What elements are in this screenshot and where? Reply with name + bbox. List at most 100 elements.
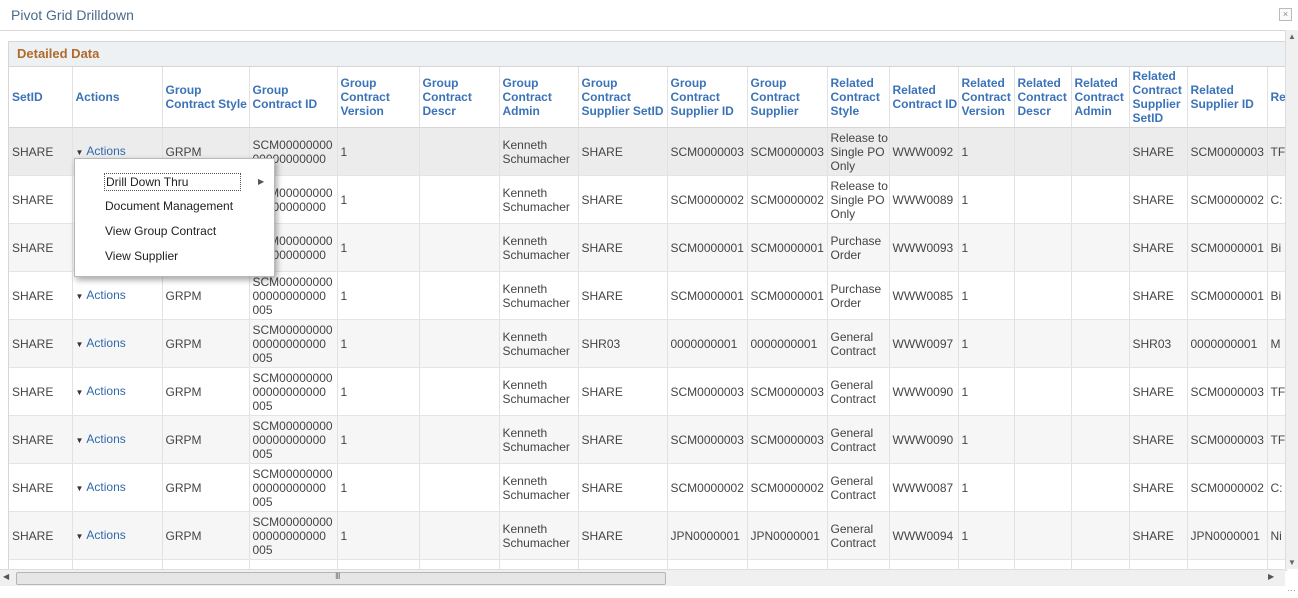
column-header[interactable]: Related Contract Admin bbox=[1071, 67, 1130, 128]
column-header[interactable]: Group Contract Supplier ID bbox=[667, 67, 748, 128]
actions-link[interactable]: ▼Actions bbox=[76, 528, 126, 542]
cell-value: Kenneth Schumacher bbox=[502, 233, 570, 262]
table-cell: 1 bbox=[958, 367, 1015, 416]
table-cell bbox=[1014, 415, 1072, 464]
table-cell: WWW0090 bbox=[889, 415, 959, 464]
column-header[interactable]: Related Contract Descr bbox=[1014, 67, 1072, 128]
horizontal-scroll-thumb[interactable]: III bbox=[16, 571, 666, 585]
cell-value: General Contract bbox=[830, 377, 876, 406]
cell-value: WWW0093 bbox=[892, 240, 954, 255]
table-cell bbox=[1071, 127, 1130, 176]
table-cell: TF bbox=[1267, 415, 1286, 464]
horizontal-scrollbar[interactable]: ◀ III ▶ bbox=[0, 569, 1285, 586]
table-cell: Bi bbox=[1267, 271, 1286, 320]
close-icon[interactable]: × bbox=[1279, 8, 1292, 21]
cell-value: 1 bbox=[340, 336, 348, 351]
table-cell: SHARE bbox=[1129, 367, 1188, 416]
table-cell: 1 bbox=[958, 223, 1015, 272]
scroll-down-icon[interactable]: ▼ bbox=[1288, 558, 1296, 567]
table-cell: GRPM bbox=[162, 463, 250, 512]
column-header[interactable]: Related Contract Style bbox=[827, 67, 890, 128]
table-cell: SCM0000001 bbox=[1187, 223, 1268, 272]
column-header[interactable]: Re bbox=[1267, 67, 1286, 128]
column-header[interactable]: Related Supplier ID bbox=[1187, 67, 1268, 128]
column-header[interactable]: Group Contract Admin bbox=[499, 67, 579, 128]
actions-link[interactable]: ▼Actions bbox=[76, 288, 126, 302]
actions-link[interactable]: ▼Actions bbox=[76, 144, 126, 158]
scroll-up-icon[interactable]: ▲ bbox=[1288, 32, 1296, 41]
cell-value: SHARE bbox=[12, 336, 54, 351]
actions-popup-menu: Drill Down Thru ▶ Document Management Vi… bbox=[74, 158, 275, 277]
cell-value: Purchase Order bbox=[830, 281, 882, 310]
table-cell: SHARE bbox=[9, 511, 73, 560]
column-header[interactable]: Related Contract Version bbox=[958, 67, 1015, 128]
column-header[interactable]: Group Contract Version bbox=[337, 67, 420, 128]
cell-value: SHARE bbox=[12, 384, 54, 399]
actions-link[interactable]: ▼Actions bbox=[76, 336, 126, 350]
cell-value: TF bbox=[1270, 432, 1286, 447]
menu-item-view-supplier[interactable]: View Supplier bbox=[105, 248, 178, 264]
table-cell: WWW0094 bbox=[889, 511, 959, 560]
column-header[interactable]: Actions bbox=[72, 67, 163, 128]
scroll-left-icon[interactable]: ◀ bbox=[3, 572, 9, 581]
dialog-titlebar: Pivot Grid Drilldown × bbox=[0, 0, 1298, 31]
column-header[interactable]: SetID bbox=[9, 67, 73, 128]
table-cell bbox=[1071, 415, 1130, 464]
table-cell: Purchase Order bbox=[827, 271, 890, 320]
table-cell: GRPM bbox=[162, 415, 250, 464]
table-row: SHARE ▼Actions GRPM SCM00000000 00000000000… bbox=[9, 319, 1286, 368]
column-header[interactable]: Group Contract ID bbox=[249, 67, 338, 128]
table-cell bbox=[1071, 175, 1130, 224]
column-header[interactable]: Group Contract Descr bbox=[419, 67, 500, 128]
column-header[interactable]: Related Contract Supplier SetID bbox=[1129, 67, 1188, 128]
column-header[interactable]: Group Contract Style bbox=[162, 67, 250, 128]
table-cell: SHARE bbox=[578, 415, 668, 464]
detail-grid: SetID Actions Group Contract Style Group Co… bbox=[9, 67, 1286, 570]
scroll-right-icon[interactable]: ▶ bbox=[1268, 572, 1274, 581]
cell-value: General Contract bbox=[830, 329, 876, 358]
table-cell: 1 bbox=[337, 127, 420, 176]
cell-value: SHARE bbox=[12, 192, 54, 207]
cell-value: SCM0000001 bbox=[670, 288, 744, 303]
cell-value: SCM00000000 00000000000 005 bbox=[252, 274, 333, 317]
caret-down-icon: ▼ bbox=[75, 483, 84, 493]
table-cell: 1 bbox=[958, 319, 1015, 368]
column-header[interactable]: Group Contract Supplier SetID bbox=[578, 67, 668, 128]
cell-value: M bbox=[1270, 336, 1281, 351]
table-cell bbox=[1014, 127, 1072, 176]
table-cell: 1 bbox=[337, 175, 420, 224]
cell-value: 1 bbox=[961, 192, 969, 207]
menu-item-document-management[interactable]: Document Management bbox=[105, 198, 233, 214]
table-cell bbox=[1071, 223, 1130, 272]
table-cell: SCM0000003 bbox=[747, 367, 828, 416]
cell-value: WWW0087 bbox=[892, 480, 954, 495]
column-header[interactable]: Group Contract Supplier bbox=[747, 67, 828, 128]
column-header[interactable]: Related Contract ID bbox=[889, 67, 959, 128]
cell-value: SCM00000000 00000000000 005 bbox=[252, 466, 333, 509]
actions-link[interactable]: ▼Actions bbox=[76, 480, 126, 494]
cell-value: SCM00000000 00000000000 005 bbox=[252, 322, 333, 365]
cell-value: SCM0000001 bbox=[1190, 240, 1264, 255]
menu-item-view-group-contract[interactable]: View Group Contract bbox=[105, 223, 216, 239]
table-cell: TF bbox=[1267, 367, 1286, 416]
table-cell: SHARE bbox=[9, 271, 73, 320]
actions-link[interactable]: ▼Actions bbox=[76, 384, 126, 398]
resize-grip-icon[interactable]: ⋯ bbox=[1287, 585, 1296, 596]
actions-link[interactable]: ▼Actions bbox=[76, 432, 126, 446]
table-cell: ▼Actions bbox=[72, 367, 163, 416]
table-cell: ▼Actions bbox=[72, 271, 163, 320]
vertical-scrollbar[interactable]: ▲ ▼ bbox=[1285, 30, 1298, 569]
table-cell: Kenneth Schumacher bbox=[499, 175, 579, 224]
table-cell bbox=[1071, 511, 1130, 560]
table-cell: SCM00000000 00000000000 005 bbox=[249, 415, 338, 464]
cell-value: SCM0000003 bbox=[1190, 384, 1264, 399]
actions-label: Actions bbox=[86, 335, 126, 350]
table-cell bbox=[1014, 511, 1072, 560]
table-cell: SCM00000000 00000000000 005 bbox=[249, 319, 338, 368]
cell-value: WWW0097 bbox=[892, 336, 954, 351]
table-cell: SHARE bbox=[9, 415, 73, 464]
menu-item-drill-down-thru[interactable]: Drill Down Thru bbox=[104, 173, 241, 191]
table-cell: Kenneth Schumacher bbox=[499, 511, 579, 560]
cell-value: TF bbox=[1270, 384, 1286, 399]
caret-down-icon: ▼ bbox=[75, 387, 84, 397]
